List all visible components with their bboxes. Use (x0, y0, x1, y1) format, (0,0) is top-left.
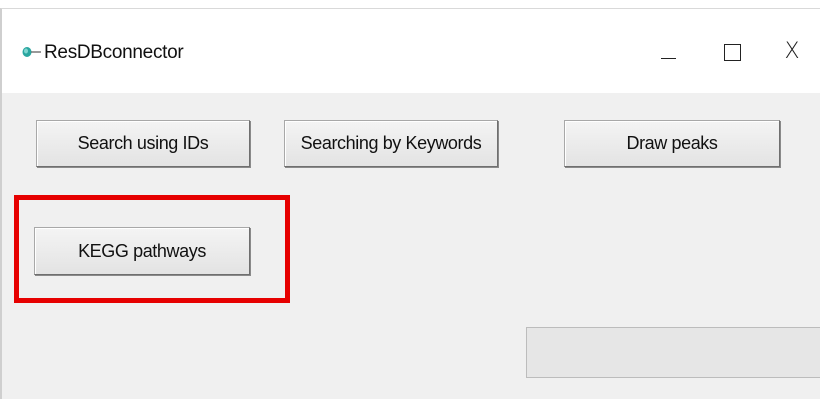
window-title: ResDBconnector (44, 42, 184, 63)
maximize-icon (723, 43, 741, 61)
app-window: ResDBconnector X Search using IDs Search… (0, 8, 820, 399)
title-bar[interactable]: ResDBconnector X (2, 9, 820, 93)
feather-pen-icon (22, 45, 42, 59)
close-button[interactable]: X (762, 29, 820, 75)
minimize-icon (660, 57, 676, 59)
maximize-button[interactable] (702, 29, 762, 75)
search-using-ids-button[interactable]: Search using IDs (36, 120, 250, 167)
draw-peaks-button[interactable]: Draw peaks (564, 120, 780, 167)
searching-by-keywords-button[interactable]: Searching by Keywords (284, 120, 498, 167)
close-icon: X (784, 39, 800, 64)
highlight-annotation-box (14, 195, 290, 303)
progress-bar (526, 327, 820, 378)
minimize-button[interactable] (638, 29, 698, 75)
